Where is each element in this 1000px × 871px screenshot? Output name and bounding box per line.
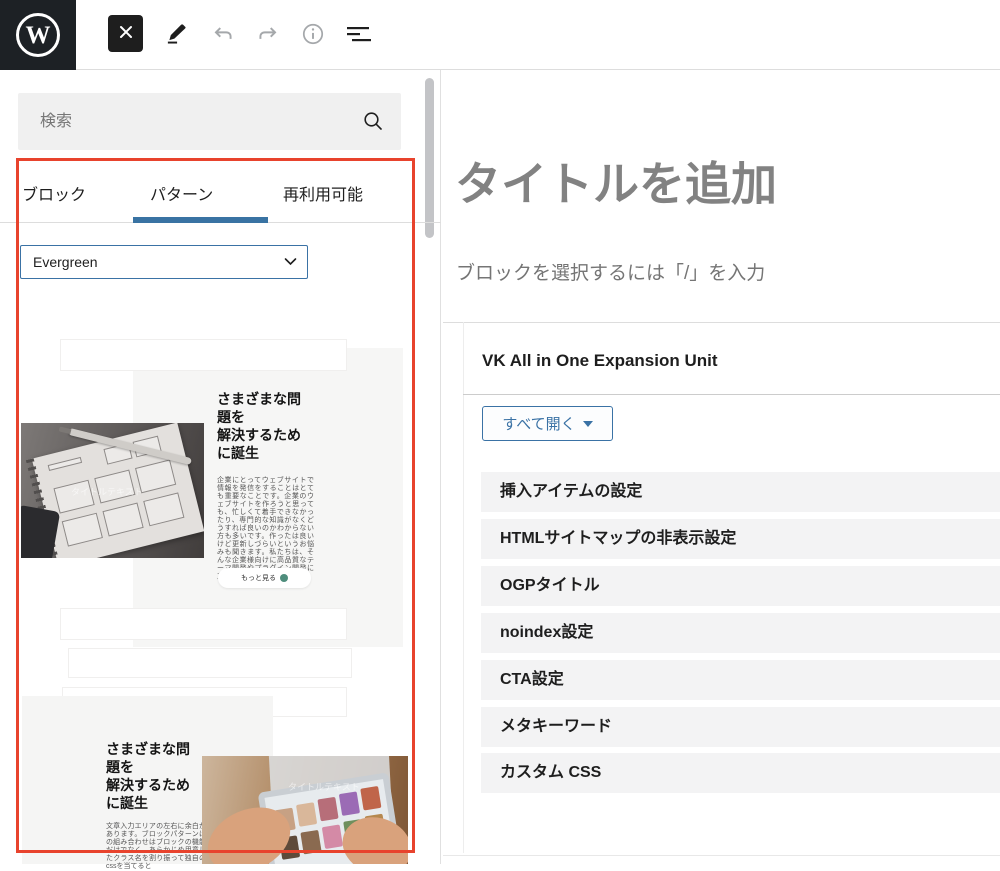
triangle-down-icon [583, 421, 593, 427]
tab-reusable[interactable]: 再利用可能 [283, 181, 363, 205]
search-box [18, 93, 401, 150]
wireframe-box [143, 492, 184, 526]
wordpress-logo-letter: W [26, 23, 51, 48]
divider [443, 855, 1000, 856]
wireframe-box [62, 513, 103, 547]
wireframe-box [102, 503, 143, 537]
inserter-sidebar: ブロック パターン 再利用可能 Evergreen [0, 70, 441, 864]
details-button[interactable] [299, 20, 327, 50]
redo-icon [255, 21, 281, 50]
wordpress-logo-button[interactable]: W [0, 0, 76, 70]
search-input[interactable] [18, 93, 401, 150]
pattern1-more-button: もっと見る [218, 568, 311, 588]
accordion-insert-items[interactable]: 挿入アイテムの設定 [481, 472, 1000, 512]
list-view-button[interactable] [343, 21, 375, 49]
pattern2-ghost-bar [68, 648, 352, 678]
pattern1-header-bar [60, 339, 347, 371]
divider [443, 322, 1000, 323]
accordion-ogp-title[interactable]: OGPタイトル [481, 566, 1000, 606]
active-tab-underline [133, 217, 268, 223]
tablet-photo [202, 756, 408, 864]
block-prompt-placeholder[interactable]: ブロックを選択するには「/」を入力 [456, 258, 765, 285]
pattern1-heading: さまざまな問 題を 解決するため に誕生 [217, 390, 309, 462]
edit-mode-button[interactable] [161, 20, 191, 50]
accordion-meta-keywords[interactable]: メタキーワード [481, 707, 1000, 747]
redo-button[interactable] [254, 21, 282, 49]
tab-blocks[interactable]: ブロック [22, 181, 86, 205]
open-all-label: すべて開く [502, 413, 575, 434]
post-title-placeholder[interactable]: タイトルを追加 [455, 148, 777, 214]
photo-watermark: タイトルテキスト [288, 780, 360, 793]
editor-canvas: タイトルを追加 ブロックを選択するには「/」を入力 VK All in One … [441, 70, 1000, 864]
list-view-icon [345, 21, 373, 50]
block-inserter-close-button[interactable] [108, 15, 143, 52]
wireframe-box [48, 457, 82, 471]
more-button-label: もっと見る [241, 573, 276, 583]
undo-button[interactable] [209, 21, 237, 49]
divider [463, 394, 1000, 395]
photo-watermark: タイトルテキスト [71, 485, 143, 498]
accordion-cta[interactable]: CTA設定 [481, 660, 1000, 700]
open-all-button[interactable]: すべて開く [482, 406, 613, 441]
pattern-category-select[interactable]: Evergreen [20, 245, 308, 279]
pattern2-heading: さまざまな問 題を 解決するため に誕生 [106, 740, 198, 812]
chevron-down-icon [284, 253, 297, 271]
pattern-preview-2[interactable]: さまざまな問 題を 解決するため に誕生 文章入力エリアの左右に余白があります。… [16, 600, 415, 864]
tab-patterns[interactable]: パターン [150, 181, 213, 205]
pattern2-ghost-bar [60, 608, 347, 640]
undo-icon [210, 21, 236, 50]
editor-toolbar: W [0, 0, 1000, 70]
arrow-circle-icon [280, 574, 288, 582]
pattern1-body: 企業にとってウェブサイトで情報を発信をすることはとても重要なことです。企業のウェ… [217, 477, 314, 581]
accordion-html-sitemap[interactable]: HTMLサイトマップの非表示設定 [481, 519, 1000, 559]
metabox-left-edge [463, 322, 464, 853]
wordpress-logo-icon: W [16, 13, 60, 57]
search-icon [362, 110, 385, 138]
metabox-title: VK All in One Expansion Unit [482, 351, 718, 371]
pattern-category-value: Evergreen [21, 254, 284, 270]
accordion-custom-css[interactable]: カスタム CSS [481, 753, 1000, 793]
inserter-tabs: ブロック パターン 再利用可能 [0, 161, 441, 223]
info-icon [300, 21, 326, 50]
accordion-noindex[interactable]: noindex設定 [481, 613, 1000, 653]
close-icon [119, 25, 133, 42]
pencil-icon [163, 21, 189, 50]
